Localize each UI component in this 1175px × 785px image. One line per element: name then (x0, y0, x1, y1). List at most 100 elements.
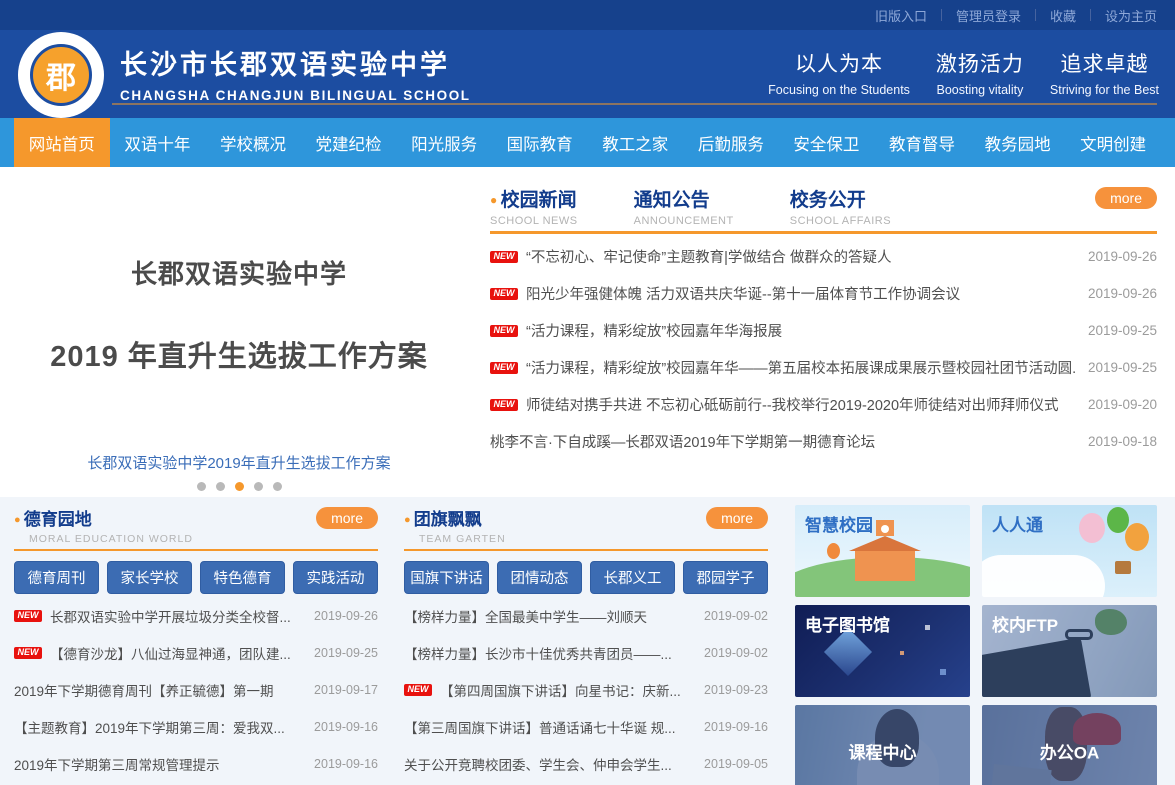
team-more-button[interactable]: more (706, 507, 768, 529)
list-item[interactable]: NEW 2019年下学期第三周常规管理提示 2019-09-16 (14, 745, 378, 782)
nav-item-international-education[interactable]: 国际教育 (492, 118, 588, 167)
slider-slide[interactable]: 长郡双语实验中学 2019 年直升生选拔工作方案 (0, 180, 478, 448)
school-logo[interactable]: 郡 (18, 32, 104, 118)
team-flag-panel: 团旗飘飘 TEAM GARTEN more 国旗下讲话 团情动态 长郡义工 郡园… (404, 505, 768, 782)
tab-school-news[interactable]: 校园新闻 SCHOOL NEWS (490, 185, 578, 227)
nav-item-academic-affairs[interactable]: 教务园地 (970, 118, 1066, 167)
tile-e-library[interactable]: 电子图书馆 (795, 605, 970, 697)
slider-dot-2[interactable] (216, 482, 225, 491)
tab-school-news-label: 校园新闻 (490, 185, 578, 212)
quicklink-tiles: 智慧校园 人人通 电子图书馆 (795, 505, 1157, 785)
tile-office-oa[interactable]: 办公OA (982, 705, 1157, 785)
nav-item-education-supervision[interactable]: 教育督导 (874, 118, 970, 167)
tab-school-affairs-label: 校务公开 (790, 185, 891, 212)
news-row[interactable]: NEW “活力课程，精彩绽放”校园嘉年华——第五届校本拓展课成果展示暨校园社团节… (490, 349, 1157, 386)
tab-school-affairs-sublabel: SCHOOL AFFAIRS (790, 215, 891, 227)
list-item[interactable]: NEW 【榜样力量】长沙市十佳优秀共青团员——... 2019-09-02 (404, 634, 768, 671)
list-item[interactable]: NEW 2019年下学期德育周刊【养正毓德】第一期 2019-09-17 (14, 671, 378, 708)
news-row[interactable]: NEW “不忘初心、牢记使命”主题教育|学做结合 做群众的答疑人 2019-09… (490, 238, 1157, 275)
nav-item-school-overview[interactable]: 学校概况 (205, 118, 301, 167)
button-volunteers[interactable]: 长郡义工 (590, 561, 675, 594)
list-item[interactable]: NEW 【德育沙龙】八仙过海显神通，团队建... 2019-09-25 (14, 634, 378, 671)
new-badge-icon: NEW (490, 251, 518, 263)
item-title: 【主题教育】2019年下学期第三周：爱我双... (14, 717, 302, 737)
tile-campus-ftp[interactable]: 校内FTP (982, 605, 1157, 697)
list-item[interactable]: NEW 【榜样力量】全国最美中学生——刘顺天 2019-09-02 (404, 597, 768, 634)
list-item[interactable]: NEW 【第三周国旗下讲话】普通话诵七十华诞 规... 2019-09-16 (404, 708, 768, 745)
button-league-news[interactable]: 团情动态 (497, 561, 582, 594)
item-title: 【榜样力量】长沙市十佳优秀共青团员——... (404, 643, 692, 663)
nav-item-staff-home[interactable]: 教工之家 (587, 118, 683, 167)
nav-item-home[interactable]: 网站首页 (14, 118, 110, 167)
tab-announcement[interactable]: 通知公告 ANNOUNCEMENT (634, 185, 734, 227)
news-row[interactable]: NEW 阳光少年强健体魄 活力双语共庆华诞--第十一届体育节工作协调会议 201… (490, 275, 1157, 312)
site-header: 郡 长沙市长郡双语实验中学 CHANGSHA CHANGJUN BILINGUA… (0, 30, 1175, 118)
moral-section-head: 德育园地 MORAL EDUCATION WORLD more (14, 505, 378, 547)
slogan-3: 追求卓越 Striving for the Best (1050, 48, 1159, 97)
team-list: NEW 【榜样力量】全国最美中学生——刘顺天 2019-09-02 NEW 【榜… (404, 597, 768, 782)
news-date: 2019-09-26 (1088, 249, 1157, 264)
list-item[interactable]: NEW 【主题教育】2019年下学期第三周：爱我双... 2019-09-16 (14, 708, 378, 745)
nav-item-safety-security[interactable]: 安全保卫 (779, 118, 875, 167)
button-parent-school[interactable]: 家长学校 (107, 561, 192, 594)
slider-dot-4[interactable] (254, 482, 263, 491)
moral-section-subtitle: MORAL EDUCATION WORLD (29, 533, 378, 545)
news-list: NEW “不忘初心、牢记使命”主题教育|学做结合 做群众的答疑人 2019-09… (490, 238, 1157, 460)
bottom-section: 德育园地 MORAL EDUCATION WORLD more 德育周刊 家长学… (0, 497, 1175, 785)
tab-school-affairs[interactable]: 校务公开 SCHOOL AFFAIRS (790, 185, 891, 227)
nav-item-bilingual-decade[interactable]: 双语十年 (110, 118, 206, 167)
news-row[interactable]: NEW “活力课程，精彩绽放”校园嘉年华海报展 2019-09-25 (490, 312, 1157, 349)
item-date: 2019-09-16 (314, 757, 378, 771)
nav-item-logistics-service[interactable]: 后勤服务 (683, 118, 779, 167)
tile-smart-campus[interactable]: 智慧校园 (795, 505, 970, 597)
button-practice-activity[interactable]: 实践活动 (293, 561, 378, 594)
site-title: 长沙市长郡双语实验中学 CHANGSHA CHANGJUN BILINGUAL … (120, 43, 471, 103)
nav-item-party-discipline[interactable]: 党建纪检 (301, 118, 397, 167)
main-nav: 网站首页 双语十年 学校概况 党建纪检 阳光服务 国际教育 教工之家 后勤服务 … (0, 118, 1175, 167)
slider-dot-3[interactable] (235, 482, 244, 491)
team-section-subtitle: TEAM GARTEN (419, 533, 768, 545)
list-item[interactable]: NEW 【第四周国旗下讲话】向星书记：庆新... 2019-09-23 (404, 671, 768, 708)
button-moral-weekly[interactable]: 德育周刊 (14, 561, 99, 594)
button-flag-speech[interactable]: 国旗下讲话 (404, 561, 489, 594)
news-row[interactable]: NEW 师徒结对携手共进 不忘初心砥砺前行--我校举行2019-2020年师徒结… (490, 386, 1157, 423)
tab-announcement-sublabel: ANNOUNCEMENT (634, 215, 734, 227)
button-students[interactable]: 郡园学子 (683, 561, 768, 594)
topbar-link-admin-login[interactable]: 管理员登录 (956, 6, 1021, 25)
topbar-link-favorite[interactable]: 收藏 (1050, 6, 1076, 25)
tile-renrentong[interactable]: 人人通 (982, 505, 1157, 597)
button-special-moral[interactable]: 特色德育 (200, 561, 285, 594)
slogan-3-en: Striving for the Best (1050, 83, 1159, 97)
moral-more-button[interactable]: more (316, 507, 378, 529)
tile-course-center[interactable]: 课程中心 (795, 705, 970, 785)
slider-dot-1[interactable] (197, 482, 206, 491)
cloud-shape (982, 555, 1105, 597)
item-date: 2019-09-16 (704, 720, 768, 734)
new-badge-icon: NEW (490, 362, 518, 374)
topbar-link-set-homepage[interactable]: 设为主页 (1105, 6, 1157, 25)
list-item[interactable]: NEW 关于公开竞聘校团委、学生会、仲申会学生... 2019-09-05 (404, 745, 768, 782)
item-date: 2019-09-02 (704, 646, 768, 660)
topbar-divider (1035, 9, 1036, 21)
moral-list: NEW 长郡双语实验中学开展垃圾分类全校督... 2019-09-26 NEW … (14, 597, 378, 782)
team-section-head: 团旗飘飘 TEAM GARTEN more (404, 505, 768, 547)
news-more-button[interactable]: more (1095, 187, 1157, 209)
spark-shape (940, 669, 946, 675)
header-divider-line (112, 103, 1157, 105)
nav-item-civilization-building[interactable]: 文明创建 (1065, 118, 1161, 167)
news-tabs: 校园新闻 SCHOOL NEWS 通知公告 ANNOUNCEMENT 校务公开 … (490, 185, 1157, 227)
slider-caption[interactable]: 长郡双语实验中学2019年直升生选拔工作方案 (0, 452, 478, 473)
news-row[interactable]: NEW 桃李不言·下自成蹊—长郡双语2019年下学期第一期德育论坛 2019-0… (490, 423, 1157, 460)
tile-label: 校内FTP (992, 611, 1058, 636)
nav-item-sunshine-service[interactable]: 阳光服务 (396, 118, 492, 167)
clock-shape (881, 525, 889, 533)
topbar-link-old-version[interactable]: 旧版入口 (875, 6, 927, 25)
slider-dots (0, 482, 478, 491)
topbar-divider (941, 9, 942, 21)
tab-school-news-sublabel: SCHOOL NEWS (490, 215, 578, 227)
school-name-zh: 长沙市长郡双语实验中学 (120, 43, 471, 82)
team-buttons: 国旗下讲话 团情动态 长郡义工 郡园学子 (404, 561, 768, 594)
slider-dot-5[interactable] (273, 482, 282, 491)
school-logo-emblem: 郡 (30, 44, 92, 106)
list-item[interactable]: NEW 长郡双语实验中学开展垃圾分类全校督... 2019-09-26 (14, 597, 378, 634)
